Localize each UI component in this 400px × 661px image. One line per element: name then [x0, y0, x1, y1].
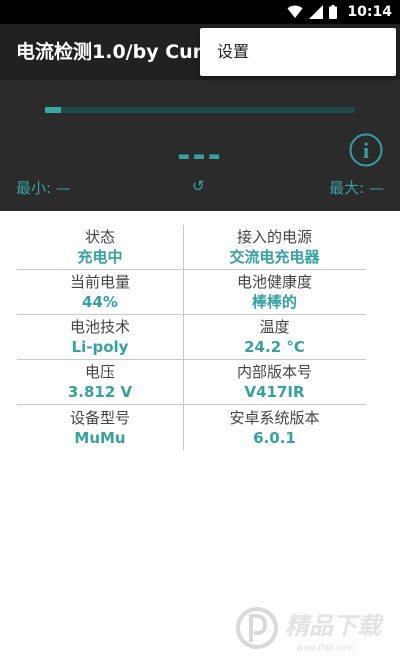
- info-cell-battery-technology: 电池技术 Li-poly: [17, 315, 183, 359]
- cell-value: 充电中: [77, 248, 123, 266]
- info-cell-power-source: 接入的电源 交流电充电器: [183, 225, 366, 269]
- reset-icon[interactable]: ↺: [192, 177, 205, 195]
- table-row: 设备型号 MuMu 安卓系统版本 6.0.1: [17, 405, 366, 450]
- cell-label: 电池技术: [69, 318, 130, 336]
- cell-label: 温度: [259, 318, 290, 336]
- info-cell-build-number: 内部版本号 V417IR: [183, 360, 366, 404]
- cell-label: 状态: [84, 228, 115, 246]
- info-cell-temperature: 温度 24.2 °C: [183, 315, 366, 359]
- max-value-label: 最大: —: [329, 179, 384, 197]
- status-time: 10:14: [347, 4, 392, 20]
- watermark-subtext: www.jfqp.com: [297, 643, 353, 652]
- cell-value: 44%: [82, 293, 118, 311]
- info-cell-status: 状态 充电中: [17, 225, 183, 269]
- watermark-text: 精品下载: [285, 612, 385, 640]
- app-title: 电流检测1.0/by Curly: [16, 41, 221, 63]
- status-icons: 10:14: [287, 0, 392, 24]
- cell-label: 安卓系统版本: [229, 408, 320, 427]
- charge-progress-bar: [45, 107, 355, 113]
- cell-value: Li-poly: [71, 338, 129, 356]
- menu-item-settings[interactable]: 设置: [217, 28, 249, 76]
- watermark-graphic: 精品下载 www.jfqp.com: [236, 607, 385, 652]
- table-row: 当前电量 44% 电池健康度 棒棒的: [17, 270, 366, 315]
- watermark-logo: 精品下载 www.jfqp.com: [235, 598, 395, 658]
- info-cell-device-model: 设备型号 MuMu: [17, 405, 183, 450]
- info-icon: i: [349, 133, 383, 167]
- cell-value: 交流电充电器: [229, 248, 320, 266]
- battery-info-table: 状态 充电中 接入的电源 交流电充电器 当前电量 44% 电池健康度 棒棒的 电…: [17, 225, 366, 450]
- min-value-label: 最小: —: [16, 179, 71, 197]
- cell-label: 当前电量: [69, 273, 130, 291]
- cell-value: 6.0.1: [253, 428, 296, 447]
- cell-label: 内部版本号: [236, 363, 312, 381]
- battery-icon: [329, 5, 338, 19]
- cell-value: 24.2 °C: [244, 338, 305, 356]
- info-button[interactable]: i: [349, 133, 383, 167]
- info-cell-voltage: 电压 3.812 V: [17, 360, 183, 404]
- table-row: 电池技术 Li-poly 温度 24.2 °C: [17, 315, 366, 360]
- status-bar: 10:14: [0, 0, 400, 24]
- cell-label: 电压: [84, 363, 115, 381]
- cell-value: 3.812 V: [67, 383, 133, 401]
- cell-label: 设备型号: [69, 408, 130, 427]
- table-row: 状态 充电中 接入的电源 交流电充电器: [17, 225, 366, 270]
- info-symbol: i: [363, 138, 369, 163]
- cell-label: 接入的电源: [236, 228, 312, 246]
- overflow-menu: 设置: [200, 28, 396, 76]
- info-cell-battery-level: 当前电量 44%: [17, 270, 183, 314]
- info-cell-android-version: 安卓系统版本 6.0.1: [183, 405, 366, 450]
- cell-label: 电池健康度: [236, 273, 312, 291]
- cell-value: MuMu: [74, 428, 126, 447]
- cell-value: 棒棒的: [251, 293, 297, 311]
- wifi-icon: [287, 5, 303, 18]
- charge-progress-fill: [45, 107, 61, 113]
- table-row: 电压 3.812 V 内部版本号 V417IR: [17, 360, 366, 405]
- current-reading: ---: [177, 136, 223, 174]
- monitor-panel: --- i 最小: — ↺ 最大: —: [0, 80, 400, 211]
- cell-value: V417IR: [244, 383, 305, 401]
- info-cell-battery-health: 电池健康度 棒棒的: [183, 270, 366, 314]
- signal-icon: [309, 5, 324, 19]
